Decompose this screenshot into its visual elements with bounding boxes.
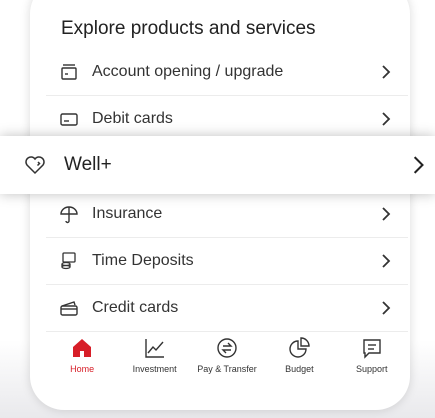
nav-label: Investment: [132, 364, 177, 374]
nav-label: Home: [70, 364, 95, 374]
account-opening-icon: [58, 61, 80, 83]
umbrella-icon: [58, 203, 80, 225]
list-item-insurance[interactable]: Insurance: [46, 190, 408, 238]
nav-label: Budget: [285, 364, 314, 374]
home-icon: [73, 339, 92, 357]
chevron-right-icon: [382, 64, 391, 79]
nav-investment[interactable]: Investment: [122, 332, 188, 382]
list-item-well-plus[interactable]: Well+: [0, 136, 435, 194]
list-item-label: Debit cards: [92, 109, 173, 127]
list-item-time-deposits[interactable]: Time Deposits: [46, 237, 408, 285]
nav-home[interactable]: Home: [49, 332, 115, 382]
list-item-account-opening[interactable]: Account opening / upgrade: [46, 48, 408, 96]
chevron-right-icon: [382, 206, 391, 221]
list-item-label: Credit cards: [92, 298, 179, 316]
pie-chart-icon: [289, 337, 311, 358]
nav-label: Support: [355, 364, 388, 374]
credit-card-icon: [58, 297, 80, 319]
screen: Explore products and services Account op…: [0, 0, 435, 418]
debit-card-icon: [58, 108, 80, 130]
chevron-right-icon: [382, 300, 391, 315]
nav-budget[interactable]: Budget: [266, 332, 332, 382]
list-item-label: Account opening / upgrade: [92, 62, 284, 80]
chevron-right-icon: [413, 156, 424, 174]
coins-icon: [58, 250, 80, 272]
list-item-label: Time Deposits: [92, 251, 194, 269]
list-item-credit-cards[interactable]: Credit cards: [46, 284, 408, 332]
transfer-icon: [217, 338, 237, 358]
chart-icon: [144, 339, 164, 358]
bottom-navigation: Home Investment Pay & Transfer Budget Su…: [46, 332, 408, 382]
chevron-right-icon: [382, 111, 391, 126]
heart-icon: [22, 152, 48, 178]
list-item-label: Insurance: [92, 204, 163, 222]
nav-label: Pay & Transfer: [197, 364, 257, 374]
nav-pay-transfer[interactable]: Pay & Transfer: [194, 332, 260, 382]
nav-support[interactable]: Support: [339, 332, 405, 382]
list-item-label: Well+: [64, 154, 112, 175]
chevron-right-icon: [382, 253, 391, 268]
chat-icon: [363, 339, 381, 359]
section-title: Explore products and services: [61, 18, 316, 39]
